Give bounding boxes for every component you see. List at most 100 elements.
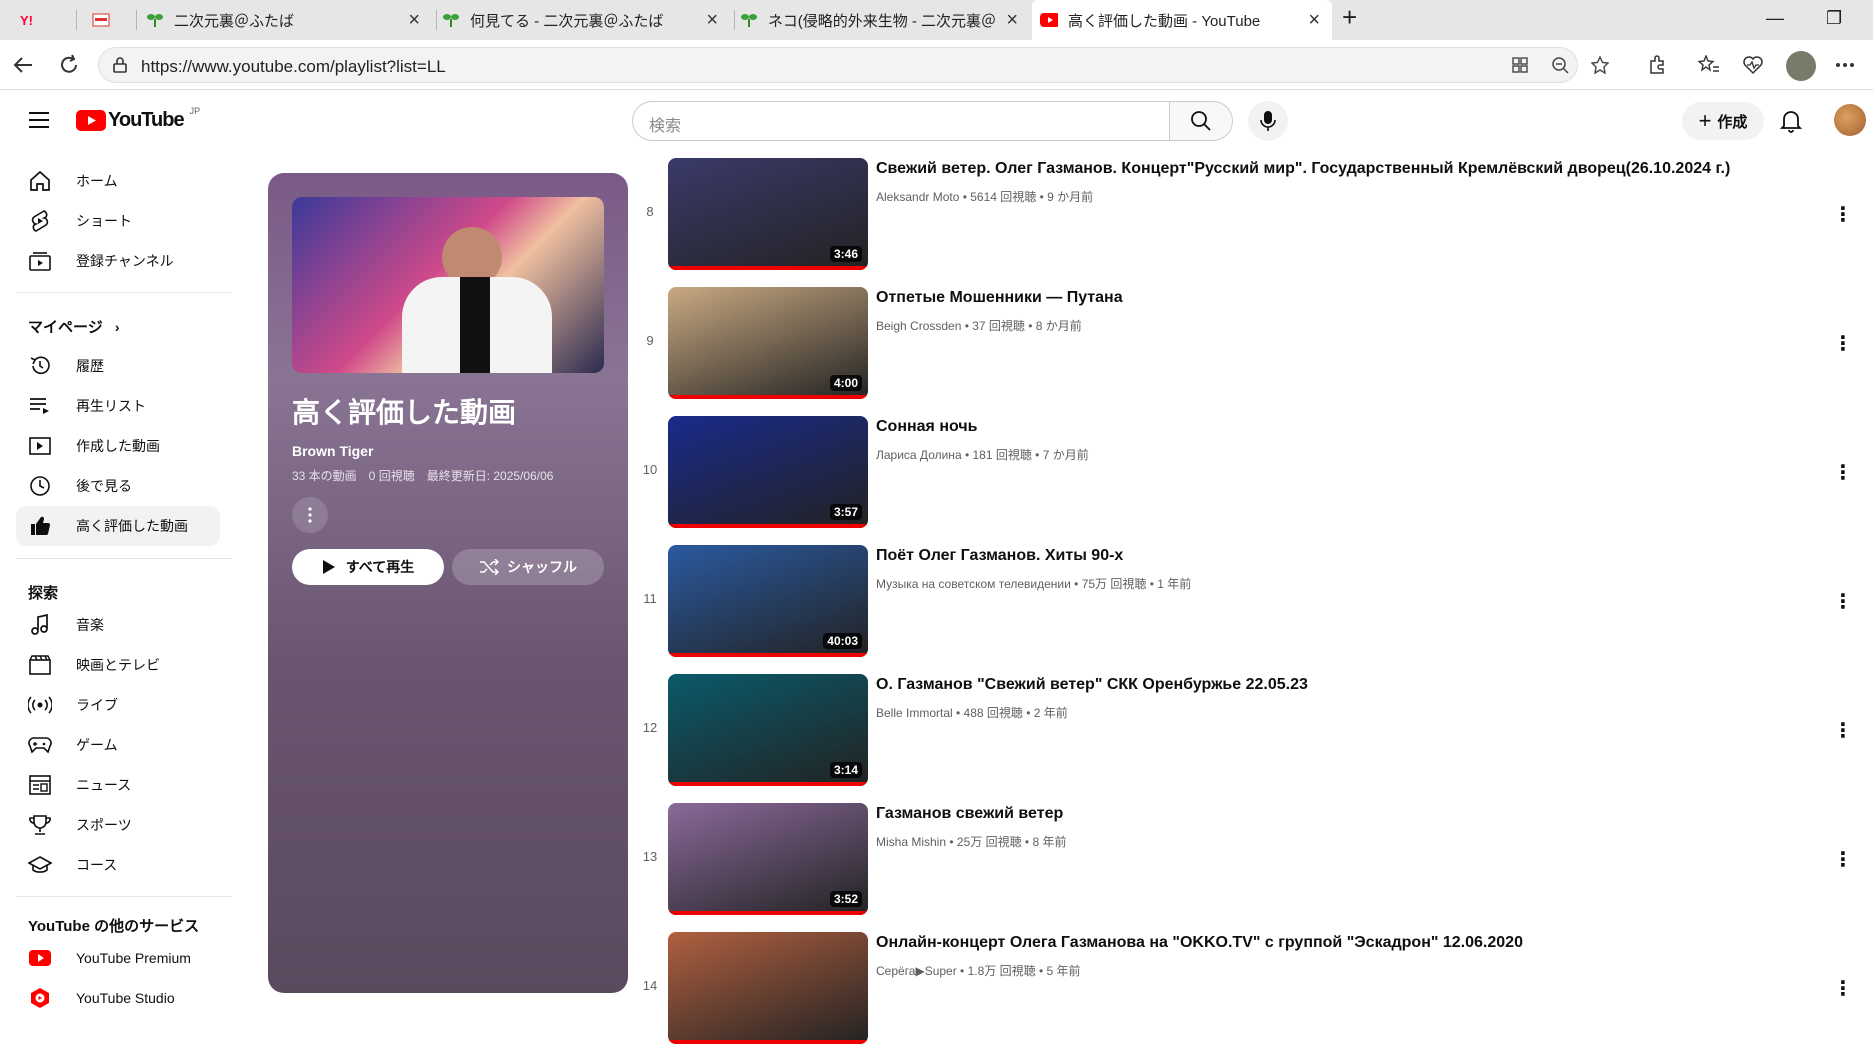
close-icon[interactable]: × xyxy=(408,10,420,30)
watched-progress-bar xyxy=(668,782,868,786)
profile-avatar-icon[interactable] xyxy=(1786,51,1816,81)
sidebar-item-label: YouTube Premium xyxy=(76,950,191,966)
playlist-title: 高く評価した動画 xyxy=(292,397,517,428)
new-tab-button[interactable]: + xyxy=(1342,2,1357,33)
create-button[interactable]: + 作成 xyxy=(1682,102,1764,140)
sidebar-item-label: ライブ xyxy=(76,697,118,713)
menu-icon[interactable] xyxy=(28,111,50,134)
video-row[interactable]: 14 Онлайн-концерт Олега Газманова на "OKK… xyxy=(632,932,1873,1060)
video-meta: Belle Immortal • 488 回視聴 • 2 年前 xyxy=(876,706,1068,720)
search-input[interactable]: 検索 xyxy=(632,101,1170,141)
video-row[interactable]: 9 4:00 Отпетые Мошенники — Путана Beigh Cro… xyxy=(632,287,1873,415)
sidebar-item-history[interactable]: 履歴 xyxy=(16,346,220,386)
address-bar[interactable]: https://www.youtube.com/playlist?list=LL xyxy=(98,47,1610,83)
sidebar-item-subscriptions[interactable]: 登録チャンネル xyxy=(16,241,220,281)
back-arrow-icon[interactable] xyxy=(10,52,36,78)
voice-search-button[interactable] xyxy=(1248,101,1288,141)
video-title[interactable]: Отпетые Мошенники — Путана xyxy=(876,289,1123,307)
more-vertical-icon[interactable]: ⋮ xyxy=(1833,202,1853,227)
history-icon xyxy=(28,354,52,378)
more-vertical-icon[interactable]: ⋮ xyxy=(1833,847,1853,872)
tab-site[interactable] xyxy=(92,0,132,40)
video-thumbnail[interactable]: 40:03 xyxy=(668,545,868,657)
video-title[interactable]: Сонная ночь xyxy=(876,418,978,436)
sidebar-item-liked-videos[interactable]: 高く評価した動画 xyxy=(16,506,220,546)
video-row[interactable]: 8 3:46 Свежий ветер. Олег Газманов. Концер… xyxy=(632,158,1873,286)
gaming-icon xyxy=(28,733,52,757)
shuffle-button[interactable]: シャッフル xyxy=(452,549,604,585)
health-icon[interactable] xyxy=(1740,52,1766,78)
video-thumbnail[interactable]: 3:46 xyxy=(668,158,868,270)
favorite-star-icon[interactable] xyxy=(1590,55,1610,79)
account-avatar[interactable] xyxy=(1834,104,1866,136)
refresh-icon[interactable] xyxy=(56,52,82,78)
tab-futaba-3[interactable]: ネコ(侵略的外来生物 - 二次元裏＠ × xyxy=(740,0,1030,40)
youtube-studio-icon xyxy=(28,986,52,1010)
more-menu-icon[interactable] xyxy=(1832,52,1858,78)
tab-yahoo[interactable]: Y! xyxy=(20,0,70,40)
video-thumbnail[interactable]: 3:52 xyxy=(668,803,868,915)
more-vertical-icon[interactable]: ⋮ xyxy=(1833,589,1853,614)
video-row[interactable]: 11 40:03 Поёт Олег Газманов. Хиты 90-х Музы… xyxy=(632,545,1873,673)
playlist-owner[interactable]: Brown Tiger xyxy=(292,443,373,459)
video-title[interactable]: Газманов свежий ветер xyxy=(876,805,1063,823)
youtube-logo-icon xyxy=(76,110,106,131)
sidebar-item-sports[interactable]: スポーツ xyxy=(16,805,220,845)
video-title[interactable]: О. Газманов "Свежий ветер" СКК Оренбуржь… xyxy=(876,676,1308,694)
close-icon[interactable]: × xyxy=(1308,10,1320,30)
more-vertical-icon[interactable]: ⋮ xyxy=(1833,976,1853,1001)
sidebar-item-home[interactable]: ホーム xyxy=(16,161,220,201)
search-button[interactable] xyxy=(1169,101,1233,141)
your-videos-icon xyxy=(28,434,52,458)
favorites-icon[interactable] xyxy=(1696,52,1722,78)
sidebar-item-playlists[interactable]: 再生リスト xyxy=(16,386,220,426)
notifications-bell-icon[interactable] xyxy=(1779,109,1803,138)
zoom-out-icon[interactable] xyxy=(1551,56,1569,79)
sidebar-item-youtube-premium[interactable]: YouTube Premium xyxy=(16,938,220,978)
video-row[interactable]: 10 3:57 Сонная ночь Лариса Долина • 181 回視聴… xyxy=(632,416,1873,544)
tab-youtube-active[interactable]: 高く評価した動画 - YouTube × xyxy=(1032,0,1332,40)
video-thumbnail[interactable]: 3:14 xyxy=(668,674,868,786)
more-vertical-icon[interactable]: ⋮ xyxy=(1833,718,1853,743)
youtube-logo[interactable]: YouTube JP xyxy=(76,106,200,132)
sidebar-item-news[interactable]: ニュース xyxy=(16,765,220,805)
video-title[interactable]: Свежий ветер. Олег Газманов. Концерт"Рус… xyxy=(876,160,1730,178)
sidebar-item-label: スポーツ xyxy=(76,817,132,833)
news-icon xyxy=(28,773,52,797)
sidebar-item-watch-later[interactable]: 後で見る xyxy=(16,466,220,506)
more-vertical-icon[interactable]: ⋮ xyxy=(1833,460,1853,485)
sidebar-item-shorts[interactable]: ショート xyxy=(16,201,220,241)
sidebar-item-gaming[interactable]: ゲーム xyxy=(16,725,220,765)
sidebar-item-youtube-studio[interactable]: YouTube Studio xyxy=(16,978,220,1018)
playlist-more-button[interactable] xyxy=(292,497,328,533)
play-all-button[interactable]: すべて再生 xyxy=(292,549,444,585)
more-vertical-icon[interactable]: ⋮ xyxy=(1833,331,1853,356)
sidebar-item-movies[interactable]: 映画とテレビ xyxy=(16,645,220,685)
video-thumbnail[interactable]: 4:00 xyxy=(668,287,868,399)
extensions-icon[interactable] xyxy=(1644,52,1670,78)
minimize-button[interactable]: — xyxy=(1766,8,1784,29)
video-index: 10 xyxy=(642,462,658,477)
video-thumbnail[interactable] xyxy=(668,932,868,1044)
restore-button[interactable]: ❐ xyxy=(1826,8,1842,29)
sidebar-item-courses[interactable]: コース xyxy=(16,845,220,885)
watched-progress-bar xyxy=(668,524,868,528)
video-duration: 3:52 xyxy=(829,891,862,907)
music-icon xyxy=(28,613,52,637)
playlist-thumbnail[interactable] xyxy=(292,197,604,373)
video-thumbnail[interactable]: 3:57 xyxy=(668,416,868,528)
mypage-heading[interactable]: マイページ › xyxy=(28,316,120,337)
sidebar-item-your-videos[interactable]: 作成した動画 xyxy=(16,426,220,466)
sidebar-item-music[interactable]: 音楽 xyxy=(16,605,220,645)
close-icon[interactable]: × xyxy=(1006,10,1018,30)
sidebar-item-live[interactable]: ライブ xyxy=(16,685,220,725)
video-title[interactable]: Онлайн-концерт Олега Газманова на "OKKO.… xyxy=(876,934,1523,952)
video-row[interactable]: 12 3:14 О. Газманов "Свежий ветер" СКК Оре… xyxy=(632,674,1873,802)
shuffle-icon xyxy=(480,559,499,575)
video-row[interactable]: 13 3:52 Газманов свежий ветер Misha Mishin … xyxy=(632,803,1873,931)
tab-futaba-1[interactable]: 二次元裏＠ふたば × xyxy=(144,0,432,40)
app-grid-icon[interactable] xyxy=(1511,56,1529,79)
video-title[interactable]: Поёт Олег Газманов. Хиты 90-х xyxy=(876,547,1123,565)
close-icon[interactable]: × xyxy=(706,10,718,30)
tab-futaba-2[interactable]: 何見てる - 二次元裏＠ふたば × xyxy=(442,0,730,40)
